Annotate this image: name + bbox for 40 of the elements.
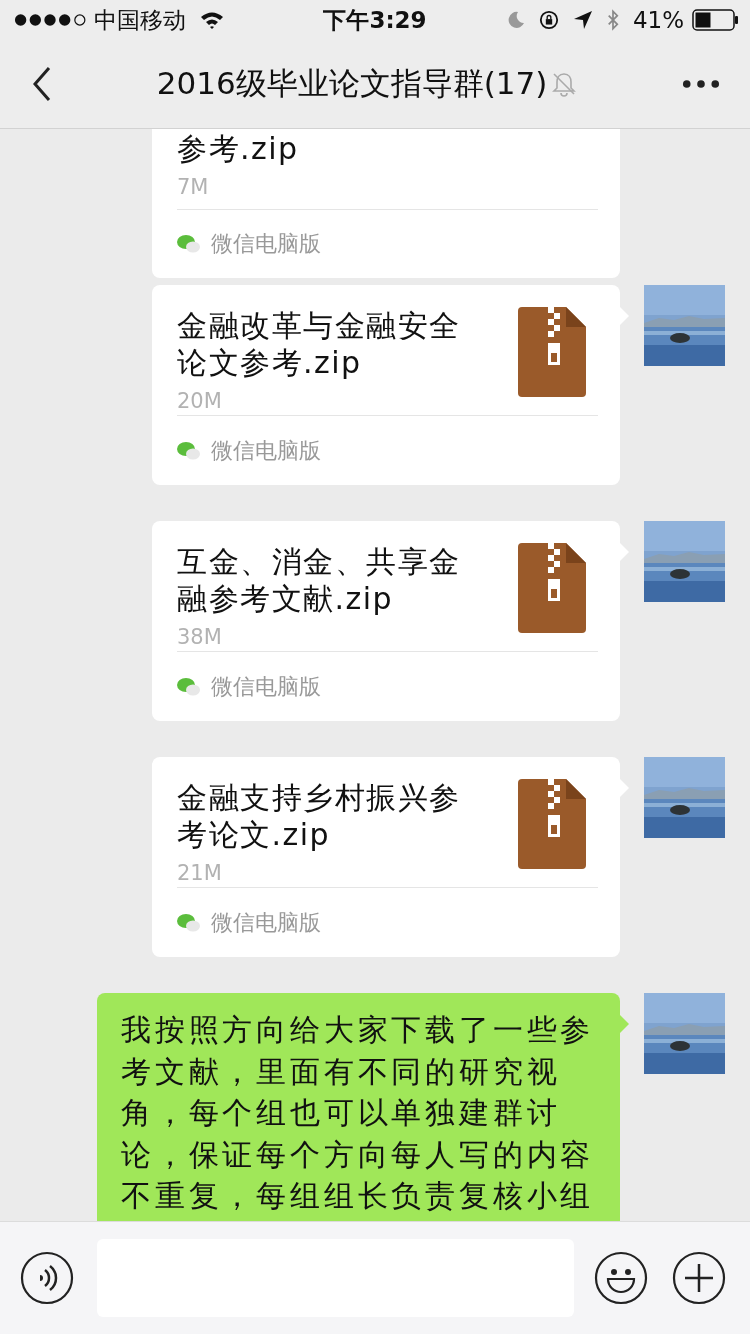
back-button[interactable] — [32, 66, 52, 102]
signal-icon — [14, 13, 86, 27]
file-name: 参考.zip — [177, 130, 300, 167]
carrier-label: 中国移动 — [94, 5, 186, 35]
rotation-lock-icon — [538, 10, 559, 30]
source-label: 微信电脑版 — [211, 672, 321, 701]
file-size: 20M — [177, 389, 223, 413]
file-size: 21M — [177, 861, 223, 885]
emoji-button[interactable] — [594, 1251, 648, 1305]
message-bubble: 我按照方向给大家下载了一些参考文献，里面有不同的研究视角，每个组也可以单独建群讨论，保证每个方向每人写的内容不重复，每组组长负责复核小组 — [97, 993, 620, 1222]
zip-file-icon — [518, 543, 586, 633]
battery-percent: 41% — [632, 7, 684, 33]
zip-file-icon — [518, 307, 586, 397]
file-size: 7M — [177, 175, 210, 199]
zip-file-icon — [518, 779, 586, 869]
file-message[interactable]: 金融支持乡村振兴参考论文.zip 21M 微信电脑版 — [152, 757, 620, 957]
add-button[interactable] — [672, 1251, 726, 1305]
location-arrow-icon — [572, 10, 593, 30]
chat-bubbles-icon — [177, 912, 201, 933]
wifi-icon — [200, 11, 224, 29]
chat-bubbles-icon — [177, 440, 201, 461]
chat-bubbles-icon — [177, 234, 201, 254]
voice-button[interactable] — [20, 1251, 74, 1305]
file-name: 互金、消金、共享金融参考文献.zip — [177, 543, 462, 617]
source-label: 微信电脑版 — [211, 436, 321, 465]
file-size: 38M — [177, 625, 223, 649]
bubble-tail — [620, 1015, 629, 1033]
battery-icon — [692, 9, 738, 31]
chat-title: 2016级毕业论文指导群(17) — [156, 64, 548, 103]
source-label: 微信电脑版 — [211, 908, 321, 937]
file-message[interactable]: 参考.zip 7M 微信电脑版 — [152, 128, 620, 278]
file-name: 金融支持乡村振兴参考论文.zip — [177, 779, 462, 853]
file-name: 金融改革与金融安全论文参考.zip — [177, 307, 462, 381]
file-message[interactable]: 金融改革与金融安全论文参考.zip 20M 微信电脑版 — [152, 285, 620, 485]
source-label: 微信电脑版 — [211, 230, 321, 258]
file-message[interactable]: 互金、消金、共享金融参考文献.zip 38M 微信电脑版 — [152, 521, 620, 721]
time-label: 下午3:29 — [323, 5, 427, 35]
more-button[interactable] — [682, 79, 720, 89]
bluetooth-icon — [606, 9, 619, 31]
chat-bubbles-icon — [177, 676, 201, 697]
